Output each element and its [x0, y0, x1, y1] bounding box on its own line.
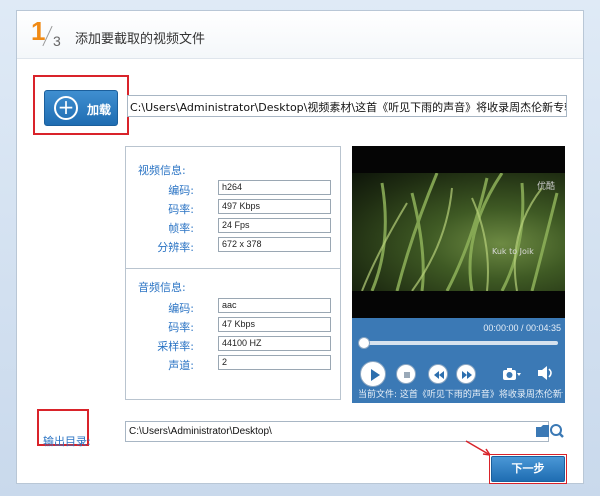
fast-forward-button[interactable]: [456, 364, 476, 384]
step-total: 3: [53, 33, 61, 49]
audio-codec-label: 编码:: [168, 302, 194, 315]
media-info-box: 视频信息: 编码: h264 码率: 497 Kbps 帧率: 24 Fps 分…: [125, 146, 341, 400]
audio-samplerate-label: 采样率:: [157, 340, 194, 353]
seek-bar[interactable]: [358, 337, 558, 349]
video-codec-field: h264: [218, 180, 331, 195]
video-info-section: 视频信息: 编码: h264 码率: 497 Kbps 帧率: 24 Fps 分…: [126, 147, 340, 269]
fast-forward-icon: [462, 371, 472, 379]
video-info-title: 视频信息:: [138, 164, 186, 177]
play-icon: [371, 369, 380, 381]
step-header: 1 3 添加要截取的视频文件: [17, 11, 583, 59]
seek-thumb[interactable]: [358, 337, 370, 349]
video-preview[interactable]: 优酷 Kuk to Joik: [352, 146, 565, 318]
browse-folder-icon[interactable]: [535, 422, 565, 441]
audio-samplerate-field: 44100 HZ: [218, 336, 331, 351]
video-player: 优酷 Kuk to Joik 00:00:00 / 00:04:35 当前文件:…: [352, 146, 565, 403]
audio-bitrate-label: 码率:: [168, 321, 194, 334]
video-codec-label: 编码:: [168, 184, 194, 197]
video-framerate-label: 帧率:: [168, 222, 194, 235]
now-playing-text: 当前文件: 这首《听见下雨的声音》将收录周杰伦新专辑: [358, 390, 563, 400]
stop-icon: [404, 372, 410, 378]
video-resolution-label: 分辨率:: [157, 241, 194, 254]
audio-info-section: 音频信息: 编码: aac 码率: 47 Kbps 采样率: 44100 HZ …: [126, 269, 340, 399]
audio-codec-field: aac: [218, 298, 331, 313]
step-title: 添加要截取的视频文件: [75, 32, 206, 47]
next-button[interactable]: 下一步: [491, 456, 565, 482]
video-framerate-field: 24 Fps: [218, 218, 331, 233]
video-bitrate-field: 497 Kbps: [218, 199, 331, 214]
camera-icon[interactable]: [502, 367, 522, 381]
rewind-icon: [434, 371, 444, 379]
load-button-label: 加载: [87, 103, 112, 117]
video-bitrate-label: 码率:: [168, 203, 194, 216]
output-dir-label: 输出目录:: [43, 435, 91, 448]
audio-channels-field: 2: [218, 355, 331, 370]
audio-channels-label: 声道:: [168, 359, 194, 372]
audio-info-title: 音频信息:: [138, 281, 186, 294]
playback-time: 00:00:00 / 00:04:35: [483, 323, 561, 333]
video-frame: 优酷 Kuk to Joik: [352, 172, 565, 292]
play-button[interactable]: [360, 361, 386, 387]
stop-button[interactable]: [396, 364, 416, 384]
rewind-button[interactable]: [428, 364, 448, 384]
video-resolution-field: 672 x 378: [218, 237, 331, 252]
plus-icon: +: [54, 96, 78, 120]
file-path-field[interactable]: C:\Users\Administrator\Desktop\视频素材\这首《听…: [127, 95, 567, 117]
audio-bitrate-field: 47 Kbps: [218, 317, 331, 332]
load-button[interactable]: + 加载: [44, 90, 118, 126]
volume-icon[interactable]: [536, 365, 554, 381]
video-watermark: 优酷: [536, 182, 555, 192]
grass-image: [361, 172, 559, 292]
wizard-panel: 1 3 添加要截取的视频文件 + 加载 C:\Users\Administrat…: [16, 10, 584, 484]
video-caption: Kuk to Joik: [492, 247, 534, 256]
app-window: 1 3 添加要截取的视频文件 + 加载 C:\Users\Administrat…: [0, 0, 600, 496]
